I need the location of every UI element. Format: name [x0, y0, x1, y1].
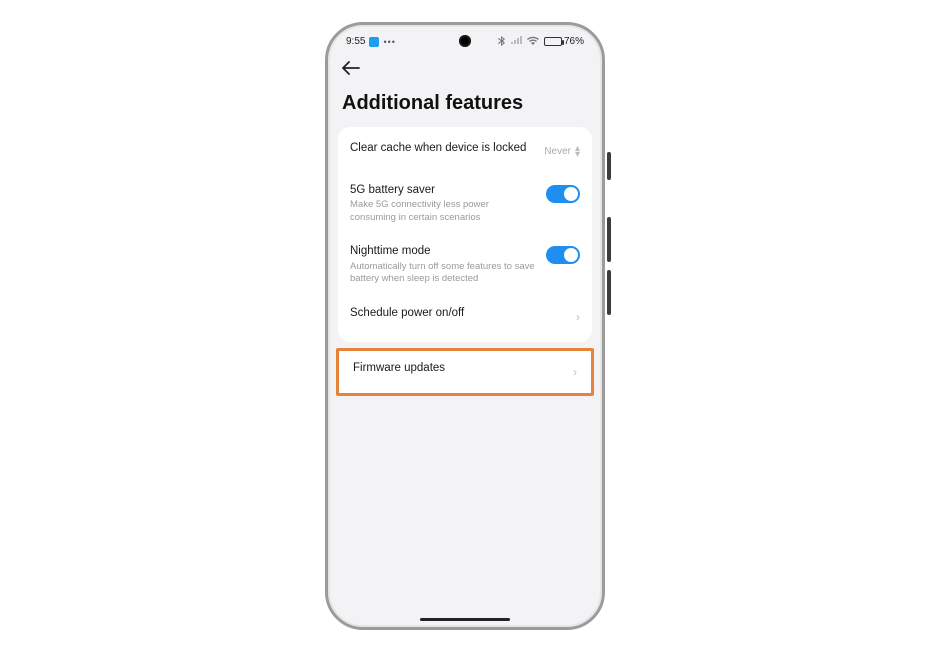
- phone-volume-down: [607, 270, 611, 315]
- row-subtitle: Make 5G connectivity less power consumin…: [350, 199, 536, 224]
- signal-icon: [511, 36, 522, 47]
- row-title: Firmware updates: [353, 361, 563, 376]
- settings-card: Clear cache when device is locked Never …: [338, 127, 592, 342]
- phone-side-button: [607, 152, 611, 180]
- row-value-picker[interactable]: Never ▴▾: [544, 141, 580, 163]
- row-clear-cache[interactable]: Clear cache when device is locked Never …: [338, 131, 592, 173]
- row-subtitle: Automatically turn off some features to …: [350, 261, 536, 286]
- battery-icon: [544, 37, 562, 46]
- page-title: Additional features: [338, 84, 592, 127]
- wifi-icon: [527, 36, 539, 47]
- battery-indicator: 76%: [544, 36, 584, 47]
- battery-percent: 76%: [564, 36, 584, 47]
- row-title: 5G battery saver: [350, 183, 536, 198]
- phone-volume-up: [607, 217, 611, 262]
- home-indicator[interactable]: [420, 618, 510, 621]
- back-arrow-icon[interactable]: [342, 59, 360, 80]
- chevron-right-icon: ›: [576, 310, 580, 324]
- stepper-icon: ▴▾: [575, 146, 580, 158]
- row-title: Clear cache when device is locked: [350, 141, 534, 156]
- row-5g-battery-saver[interactable]: 5G battery saver Make 5G connectivity le…: [338, 173, 592, 235]
- phone-frame: 9:55 ••• 76%: [325, 22, 605, 630]
- screen: Additional features Clear cache when dev…: [328, 53, 602, 627]
- row-title: Nighttime mode: [350, 244, 536, 259]
- clear-cache-value: Never: [544, 146, 571, 157]
- status-left: 9:55 •••: [346, 36, 396, 47]
- row-title: Schedule power on/off: [350, 306, 566, 321]
- row-nighttime-mode[interactable]: Nighttime mode Automatically turn off so…: [338, 234, 592, 296]
- chevron-right-icon: ›: [573, 365, 577, 379]
- row-firmware-updates[interactable]: Firmware updates ›: [339, 351, 591, 393]
- status-more-icon: •••: [383, 37, 395, 47]
- row-schedule-power[interactable]: Schedule power on/off ›: [338, 296, 592, 338]
- toggle-5g-battery-saver[interactable]: [546, 185, 580, 203]
- phone-mockup: 9:55 ••• 76%: [325, 22, 605, 630]
- status-time: 9:55: [346, 36, 365, 47]
- nav-bar: [338, 53, 592, 84]
- status-app-icon: [369, 37, 379, 47]
- status-right: 76%: [498, 36, 584, 48]
- bluetooth-icon: [498, 36, 506, 48]
- toggle-nighttime-mode[interactable]: [546, 246, 580, 264]
- highlight-firmware-updates: Firmware updates ›: [336, 348, 594, 396]
- front-camera: [459, 35, 471, 47]
